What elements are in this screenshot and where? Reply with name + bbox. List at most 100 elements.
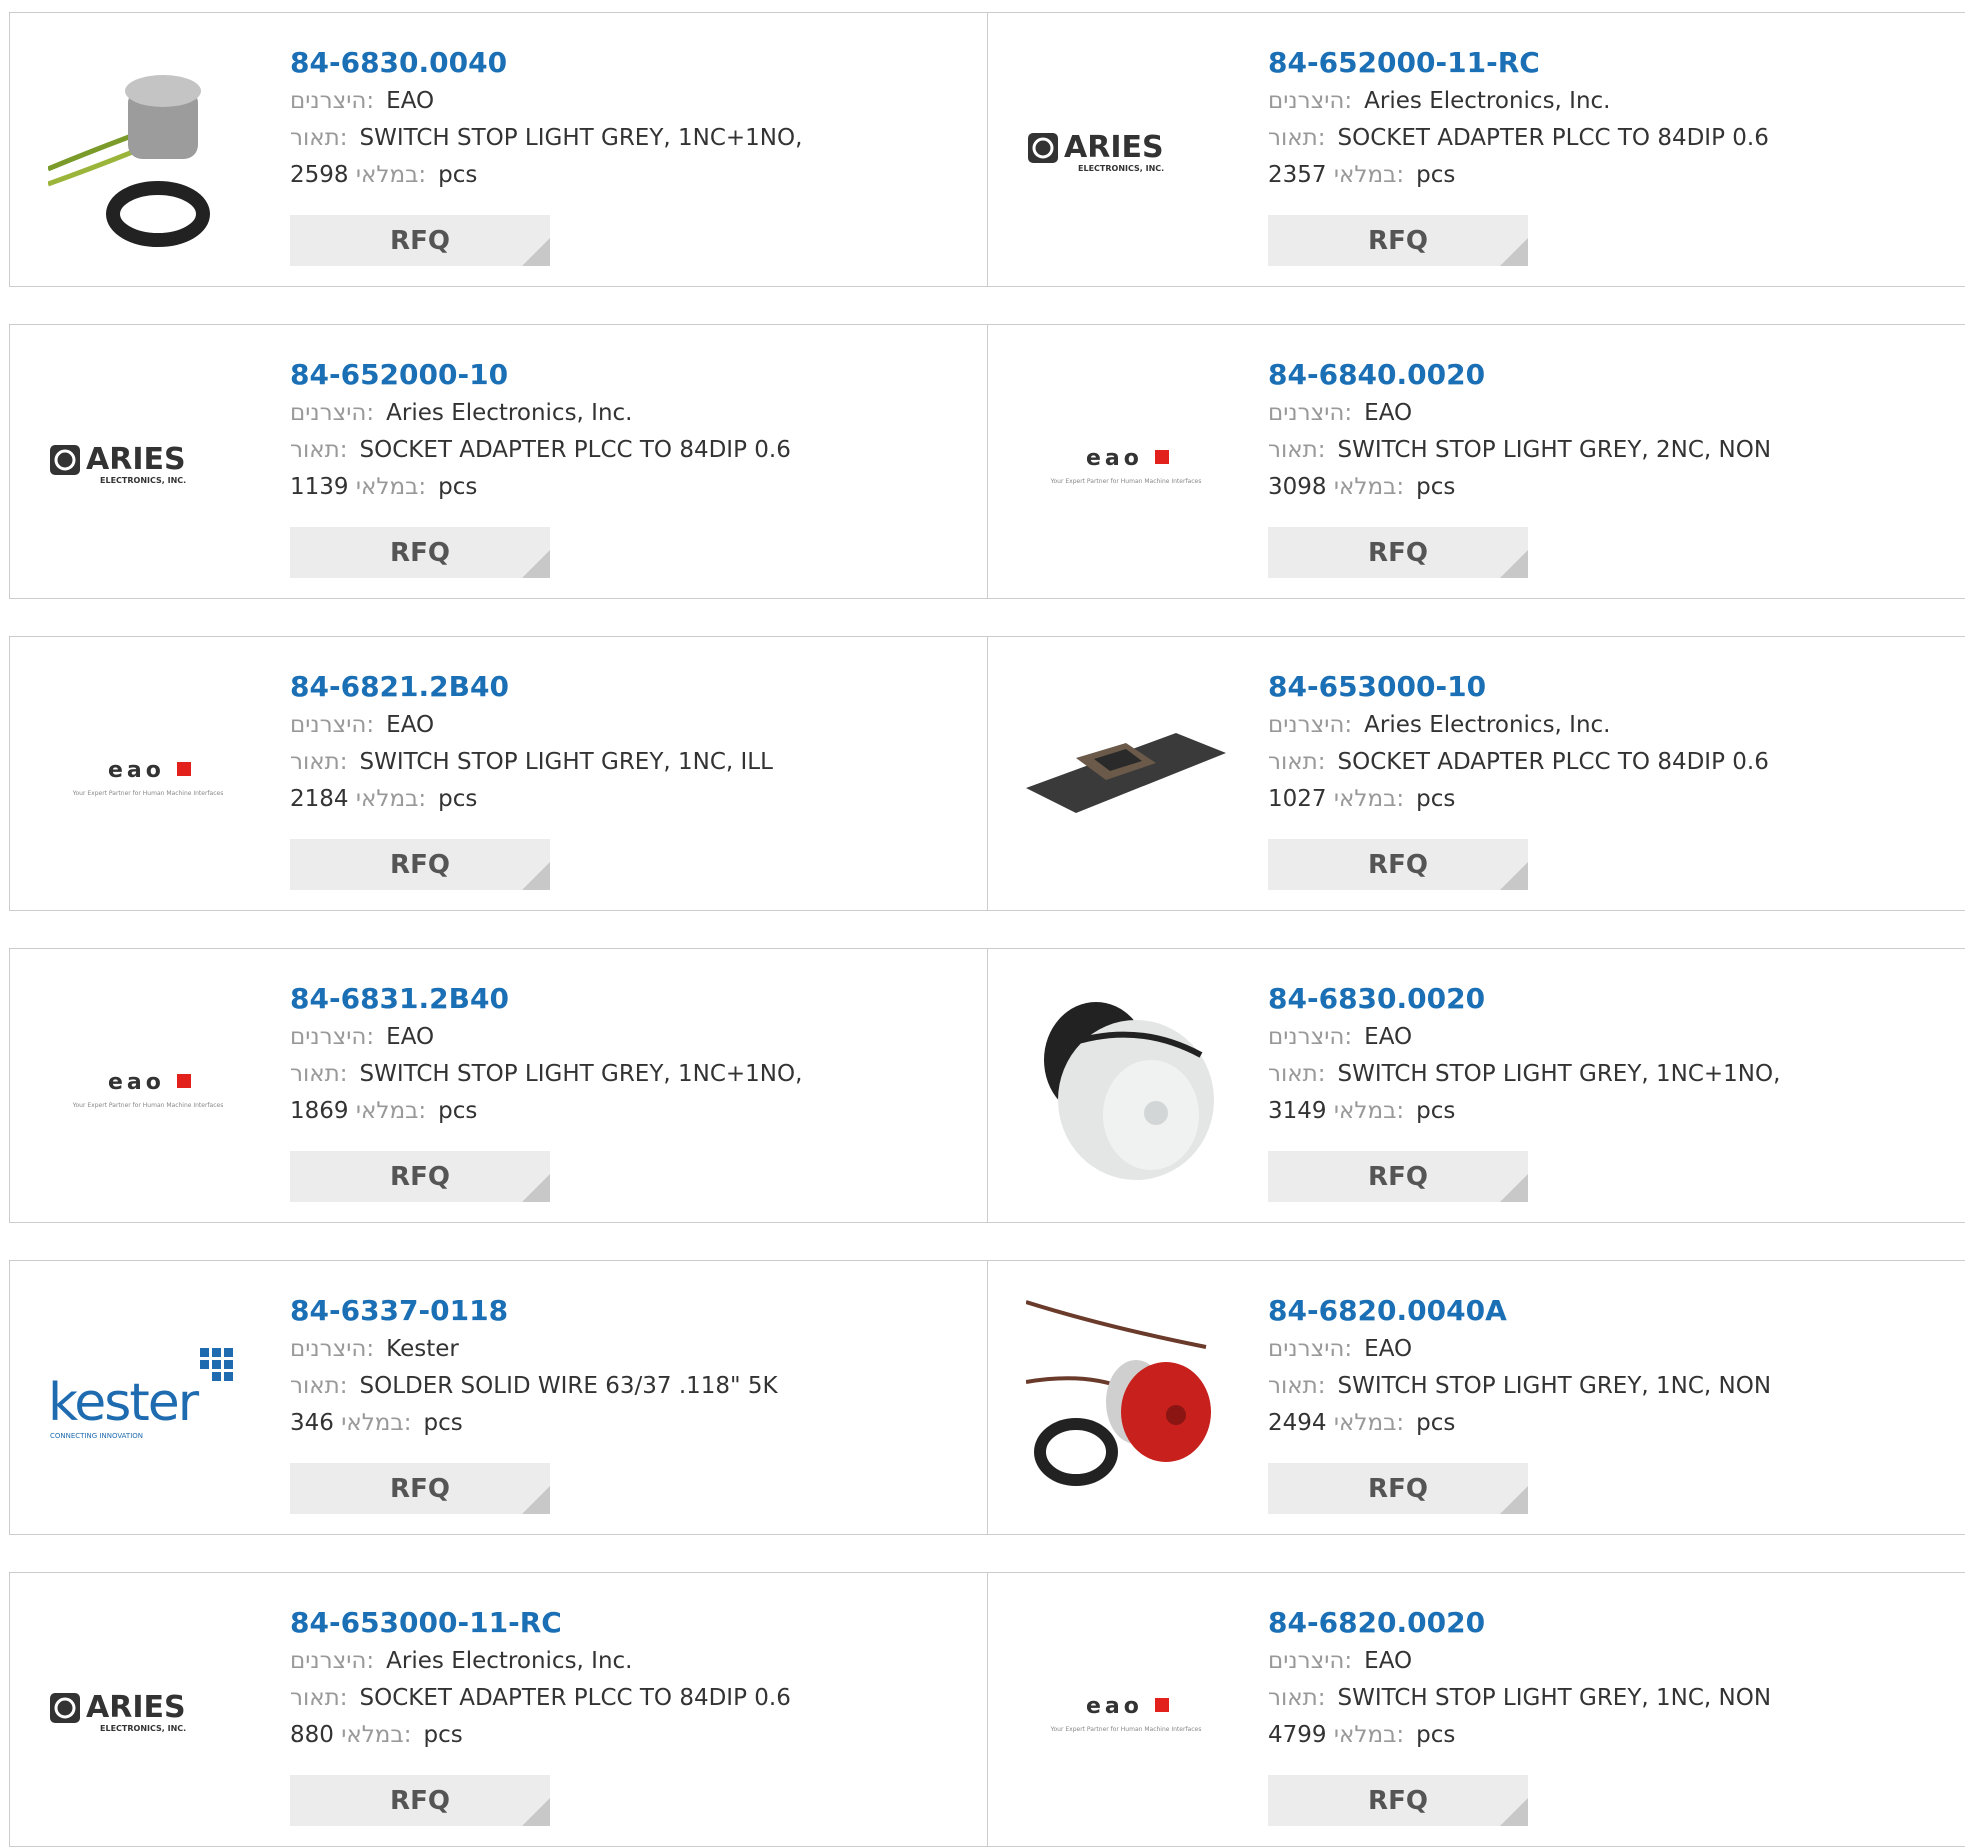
part-number-link[interactable]: 84-6820.0040A [1268,1291,1946,1331]
description-label: תאור: [1268,749,1326,775]
part-number-link[interactable]: 84-6840.0020 [1268,355,1946,395]
manufacturer-label: היצרנים: [290,1648,375,1674]
product-info: 84-6830.0040 היצרנים: EAO תאור: SWITCH STO… [290,43,968,194]
part-number-link[interactable]: 84-653000-11-RC [290,1603,968,1643]
manufacturer-label: היצרנים: [1268,88,1353,114]
stock-value: 2494 [1268,1410,1327,1436]
svg-text:eao: eao [108,758,165,783]
description-value: SWITCH STOP LIGHT GREY, 1NC, ILL [359,749,773,775]
rfq-label: RFQ [390,1161,450,1192]
rfq-button[interactable]: RFQ [1268,839,1528,890]
rfq-label: RFQ [1368,537,1428,568]
rfq-label: RFQ [390,1473,450,1504]
product-image[interactable] [1026,673,1226,873]
description-label: תאור: [290,437,348,463]
product-info: 84-652000-11-RC היצרנים: Aries Electronic… [1268,43,1946,194]
product-info: 84-6821.2B40 היצרנים: EAO תאור: SWITCH STO… [290,667,968,818]
stock-value: 3149 [1268,1098,1327,1124]
product-image[interactable]: ARIES ELECTRONICS, INC. [48,361,248,561]
rfq-button[interactable]: RFQ [290,1463,550,1514]
product-image[interactable]: eao Your Expert Partner for Human Machine… [1026,361,1226,561]
eao-logo-icon: eao Your Expert Partner for Human Machine… [1050,1694,1202,1733]
rfq-label: RFQ [390,537,450,568]
part-number-link[interactable]: 84-6831.2B40 [290,979,968,1019]
product-image[interactable]: eao Your Expert Partner for Human Machine… [48,985,248,1185]
rfq-button[interactable]: RFQ [1268,1463,1528,1514]
product-image[interactable]: ARIES ELECTRONICS, INC. [48,1609,248,1809]
rfq-button[interactable]: RFQ [1268,215,1528,266]
manufacturer-label: היצרנים: [1268,1648,1353,1674]
product-image[interactable]: kester CONNECTING INNOVATION [48,1297,248,1497]
part-number-link[interactable]: 84-652000-10 [290,355,968,395]
stock-label: במלאי: [1333,474,1405,500]
manufacturer-value: Aries Electronics, Inc. [386,1648,633,1674]
stock-label: במלאי: [355,474,427,500]
rfq-button[interactable]: RFQ [290,527,550,578]
part-number-link[interactable]: 84-6820.0020 [1268,1603,1946,1643]
rfq-button[interactable]: RFQ [290,215,550,266]
stock-unit: pcs [1416,474,1456,500]
manufacturer-row: היצרנים: Kester [290,1331,968,1368]
svg-text:ELECTRONICS, INC.: ELECTRONICS, INC. [100,1724,186,1733]
stock-unit: pcs [1416,1722,1456,1748]
stock-value: 346 [290,1410,334,1436]
rfq-button[interactable]: RFQ [1268,1775,1528,1826]
part-number-link[interactable]: 84-6337-0118 [290,1291,968,1331]
manufacturer-value: EAO [1364,1648,1413,1674]
manufacturer-value: Aries Electronics, Inc. [1364,88,1611,114]
stock-value: 1139 [290,474,349,500]
manufacturer-value: Aries Electronics, Inc. [386,400,633,426]
description-label: תאור: [1268,1685,1326,1711]
product-info: 84-6830.0020 היצרנים: EAO תאור: SWITCH STO… [1268,979,1946,1130]
description-row: תאור: SOCKET ADAPTER PLCC TO 84DIP 0.6 [290,432,968,469]
manufacturer-row: היצרנים: Aries Electronics, Inc. [290,1643,968,1680]
part-number-link[interactable]: 84-6830.0040 [290,43,968,83]
product-image[interactable] [1026,1297,1226,1497]
svg-text:kester: kester [48,1373,200,1433]
description-row: תאור: SWITCH STOP LIGHT GREY, 1NC+1NO, [290,120,968,157]
product-image[interactable]: eao Your Expert Partner for Human Machine… [1026,1609,1226,1809]
product-image[interactable]: eao Your Expert Partner for Human Machine… [48,673,248,873]
part-number-link[interactable]: 84-6830.0020 [1268,979,1946,1019]
manufacturer-label: היצרנים: [290,400,375,426]
stock-row: 3149 במלאי: pcs [1268,1093,1946,1130]
corner-triangle-icon [1500,550,1528,578]
stock-label: במלאי: [1333,1410,1405,1436]
rfq-button[interactable]: RFQ [290,839,550,890]
part-number-link[interactable]: 84-652000-11-RC [1268,43,1946,83]
description-value: SWITCH STOP LIGHT GREY, 2NC, NON [1337,437,1772,463]
stock-value: 4799 [1268,1722,1327,1748]
description-value: SWITCH STOP LIGHT GREY, 1NC+1NO, [359,1061,803,1087]
stock-value: 1869 [290,1098,349,1124]
stock-unit: pcs [438,162,478,188]
part-number-link[interactable]: 84-6821.2B40 [290,667,968,707]
rfq-button[interactable]: RFQ [1268,527,1528,578]
stock-row: 2184 במלאי: pcs [290,781,968,818]
stock-row: 1869 במלאי: pcs [290,1093,968,1130]
description-label: תאור: [1268,1373,1326,1399]
kester-logo-icon: kesterCONNECTING INNOVATION [48,1348,233,1440]
rfq-button[interactable]: RFQ [290,1151,550,1202]
rfq-button[interactable]: RFQ [1268,1151,1528,1202]
description-label: תאור: [290,1373,348,1399]
product-image[interactable] [48,49,248,249]
part-number-link[interactable]: 84-653000-10 [1268,667,1946,707]
white-switch-image [1044,1002,1214,1180]
stock-label: במלאי: [1333,1722,1405,1748]
aries-logo-icon: ARIESELECTRONICS, INC. [50,442,186,485]
description-row: תאור: SWITCH STOP LIGHT GREY, 1NC, NON [1268,1680,1946,1717]
manufacturer-row: היצרנים: EAO [1268,1019,1946,1056]
corner-triangle-icon [522,862,550,890]
product-card: eao Your Expert Partner for Human Machine… [987,324,1965,599]
product-info: 84-6831.2B40 היצרנים: EAO תאור: SWITCH STO… [290,979,968,1130]
manufacturer-label: היצרנים: [1268,400,1353,426]
rfq-button[interactable]: RFQ [290,1775,550,1826]
manufacturer-row: היצרנים: Aries Electronics, Inc. [290,395,968,432]
description-label: תאור: [1268,125,1326,151]
description-row: תאור: SOLDER SOLID WIRE 63/37 .118" 5K [290,1368,968,1405]
product-image[interactable] [1026,985,1226,1185]
stock-unit: pcs [1416,1410,1456,1436]
socket-board-image [1026,733,1226,813]
rfq-label: RFQ [1368,1161,1428,1192]
product-image[interactable]: ARIES ELECTRONICS, INC. [1026,49,1226,249]
